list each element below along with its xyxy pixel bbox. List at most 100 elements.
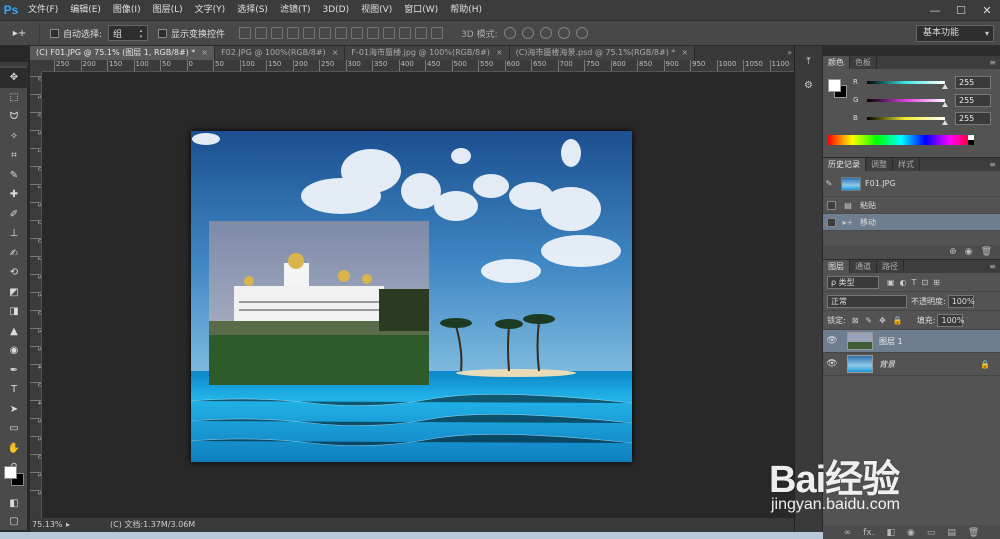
- brush-tool-icon[interactable]: ✐: [0, 205, 28, 225]
- distribute-top-icon[interactable]: [335, 27, 348, 39]
- tab-f01[interactable]: (C) F01.JPG @ 75.1% (图层 1, RGB/8#) * ×: [30, 46, 216, 60]
- new-document-from-state-icon[interactable]: ⊕: [949, 245, 957, 259]
- sponge-tool-icon[interactable]: ◉: [0, 341, 28, 361]
- distribute-hcenter-icon[interactable]: [399, 27, 412, 39]
- tab-paths[interactable]: 路径: [877, 260, 904, 273]
- toolbar-collapse-handle[interactable]: [0, 62, 28, 66]
- tab-close-icon[interactable]: ×: [681, 48, 688, 57]
- filter-pixel-icon[interactable]: ▣: [887, 278, 895, 287]
- align-right-icon[interactable]: [319, 27, 332, 39]
- green-slider[interactable]: [867, 98, 948, 107]
- rectangle-tool-icon[interactable]: ▭: [0, 419, 28, 439]
- menu-select[interactable]: 选择(S): [231, 0, 274, 20]
- zoom-level[interactable]: 75.13%: [30, 518, 66, 532]
- history-check[interactable]: [827, 200, 836, 210]
- canvas-area[interactable]: [42, 72, 794, 518]
- panel-menu-icon[interactable]: ≡: [989, 260, 996, 274]
- auto-align-icon[interactable]: [431, 27, 444, 39]
- menu-edit[interactable]: 编辑(E): [64, 0, 107, 20]
- dodge-tool-icon[interactable]: ▲: [0, 322, 28, 342]
- tab-swatches[interactable]: 色板: [850, 56, 877, 69]
- marquee-tool-icon[interactable]: ⬚: [0, 88, 28, 108]
- status-menu-arrow-icon[interactable]: ▸: [66, 518, 70, 532]
- history-snapshot[interactable]: ✎ F01.JPG: [823, 171, 1000, 197]
- visibility-eye-icon[interactable]: 👁: [823, 336, 841, 346]
- move-tool-preset-icon[interactable]: ▸+: [0, 23, 40, 43]
- align-top-icon[interactable]: [239, 27, 252, 39]
- tab-close-icon[interactable]: ×: [201, 48, 208, 57]
- delete-state-icon[interactable]: 🗑: [981, 245, 992, 259]
- history-brush-tool-icon[interactable]: ✍: [0, 244, 28, 264]
- healing-brush-tool-icon[interactable]: ✚: [0, 185, 28, 205]
- layer-row-background[interactable]: 👁 背景 🔒: [823, 353, 1000, 376]
- color-spectrum[interactable]: [828, 135, 974, 145]
- quick-select-tool-icon[interactable]: ✧: [0, 127, 28, 147]
- tab-layers[interactable]: 图层: [823, 260, 850, 273]
- screen-mode-icon[interactable]: ▢: [0, 512, 28, 532]
- distribute-left-icon[interactable]: [383, 27, 396, 39]
- horizontal-ruler[interactable]: 250 200 150 100 50 0 50 100 150 200 250 300 350 400 45…: [42, 60, 794, 72]
- red-value-input[interactable]: 255: [955, 75, 991, 89]
- menu-filter[interactable]: 滤镜(T): [274, 0, 317, 20]
- history-item-paste[interactable]: ▤ 粘贴: [823, 197, 1000, 214]
- align-left-icon[interactable]: [287, 27, 300, 39]
- tab-history[interactable]: 历史记录: [823, 158, 866, 171]
- blue-slider[interactable]: [867, 116, 948, 125]
- 3d-scale-icon[interactable]: [575, 27, 588, 39]
- align-vcenter-icon[interactable]: [255, 27, 268, 39]
- tab-close-icon[interactable]: ×: [332, 48, 339, 57]
- layer-row-layer1[interactable]: 👁 图层 1: [823, 330, 1000, 353]
- clone-stamp-tool-icon[interactable]: ⊥: [0, 224, 28, 244]
- filter-smart-object-icon[interactable]: ⊞: [933, 278, 940, 287]
- distribute-vcenter-icon[interactable]: [351, 27, 364, 39]
- auto-select-checkbox[interactable]: [50, 28, 59, 38]
- tab-adjustments[interactable]: 调整: [866, 158, 893, 171]
- show-transform-checkbox[interactable]: [158, 28, 168, 38]
- red-slider-thumb[interactable]: [942, 83, 948, 89]
- distribute-bottom-icon[interactable]: [367, 27, 380, 39]
- layer-filter-dropdown[interactable]: ρ 类型: [827, 275, 879, 289]
- layer-style-icon[interactable]: fx.: [863, 525, 874, 539]
- workspace-dropdown[interactable]: 基本功能: [916, 25, 994, 42]
- filter-type-icon[interactable]: T: [912, 278, 917, 287]
- eyedropper-tool-icon[interactable]: ✎: [0, 166, 28, 186]
- red-slider[interactable]: [867, 80, 948, 89]
- menu-type[interactable]: 文字(Y): [189, 0, 232, 20]
- gradient-tool-icon[interactable]: ◩: [0, 283, 28, 303]
- tab-f02[interactable]: F02.JPG @ 100%(RGB/8#) ×: [215, 46, 346, 60]
- distribute-right-icon[interactable]: [415, 27, 428, 39]
- move-tool-icon[interactable]: ✥: [0, 68, 28, 88]
- pen-tool-icon[interactable]: ✒: [0, 361, 28, 381]
- menu-help[interactable]: 帮助(H): [444, 0, 488, 20]
- lock-image-icon[interactable]: ✎: [865, 316, 872, 325]
- lasso-tool-icon[interactable]: ᗢ: [0, 107, 28, 127]
- tab-mirage-psd[interactable]: (C)海市蜃楼海景.psd @ 75.1%(RGB/8#) * ×: [509, 46, 696, 60]
- layer-name[interactable]: 图层 1: [879, 336, 903, 347]
- link-layers-icon[interactable]: ∞: [844, 525, 852, 539]
- close-button[interactable]: ✕: [974, 0, 1000, 20]
- eraser-tool-icon[interactable]: ⟲: [0, 263, 28, 283]
- crop-tool-icon[interactable]: ⌗: [0, 146, 28, 166]
- blue-slider-thumb[interactable]: [942, 119, 948, 125]
- new-snapshot-icon[interactable]: ◉: [965, 245, 973, 259]
- tab-overflow-icon[interactable]: »: [787, 46, 792, 60]
- maximize-button[interactable]: ☐: [948, 0, 974, 20]
- visibility-eye-icon[interactable]: 👁: [823, 359, 841, 369]
- new-adjustment-icon[interactable]: ◉: [907, 525, 915, 539]
- blend-mode-dropdown[interactable]: 正常: [827, 294, 907, 308]
- add-mask-icon[interactable]: ◧: [887, 525, 896, 539]
- document-canvas[interactable]: [191, 131, 632, 462]
- quick-mask-icon[interactable]: ◧: [0, 494, 28, 514]
- tab-styles[interactable]: 样式: [893, 158, 920, 171]
- lock-all-icon[interactable]: 🔒: [893, 316, 903, 325]
- new-layer-icon[interactable]: ▤: [947, 525, 956, 539]
- align-bottom-icon[interactable]: [271, 27, 284, 39]
- history-brush-source-icon[interactable]: ✎: [823, 179, 835, 188]
- lock-position-icon[interactable]: ✥: [879, 316, 886, 325]
- lock-transparent-icon[interactable]: ⊠: [852, 316, 859, 325]
- photoshop-logo[interactable]: Ps: [0, 0, 22, 20]
- color-fg-swatch[interactable]: [828, 79, 841, 92]
- opacity-input[interactable]: 100%: [947, 294, 975, 308]
- auto-select-dropdown[interactable]: 组: [108, 25, 149, 41]
- panel-menu-icon[interactable]: ≡: [989, 56, 996, 70]
